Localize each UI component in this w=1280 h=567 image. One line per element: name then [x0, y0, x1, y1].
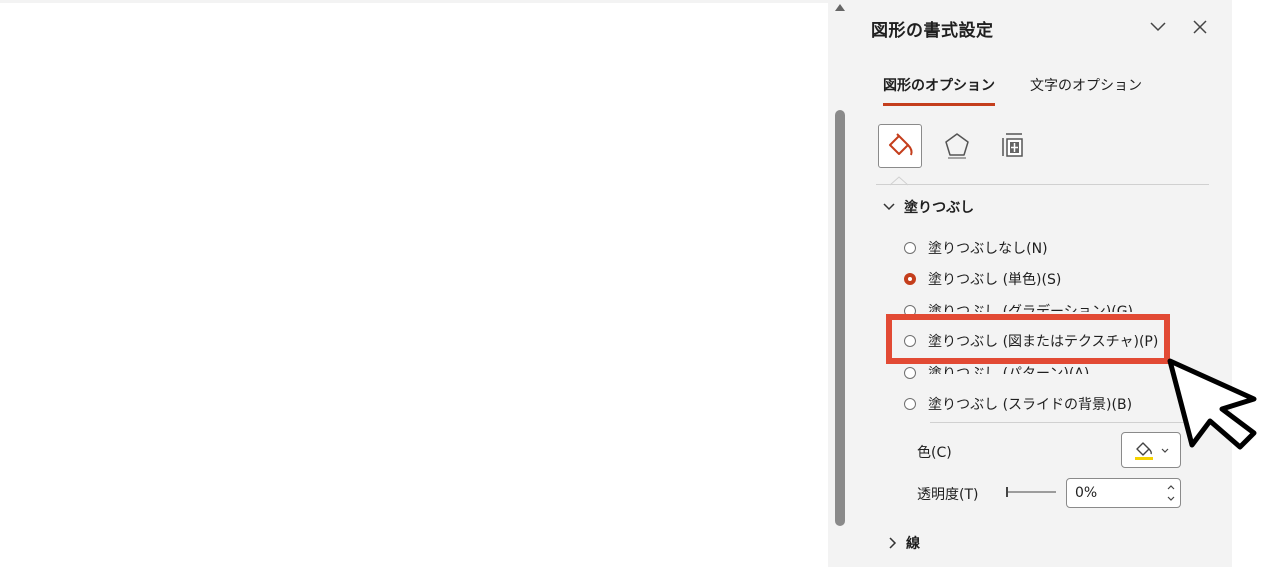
effects-pentagon-icon	[945, 133, 969, 159]
transparency-input[interactable]: 0%	[1066, 478, 1181, 508]
option-label: 塗りつぶし (単色)(S)	[928, 272, 1062, 288]
fill-line-tab[interactable]	[878, 124, 922, 168]
fill-section-header[interactable]: 塗りつぶし	[883, 197, 974, 217]
tab-text-options[interactable]: 文字のオプション	[1030, 75, 1142, 95]
fill-option-none[interactable]: 塗りつぶしなし(N)	[904, 238, 1048, 258]
fill-line-icon	[889, 133, 913, 156]
right-margin	[1232, 0, 1280, 567]
line-section-header[interactable]: 線	[889, 533, 920, 553]
divider	[930, 422, 1185, 423]
tab-shape-options[interactable]: 図形のオプション	[883, 75, 995, 95]
slide-canvas[interactable]	[0, 3, 828, 567]
paint-bucket-icon	[1135, 442, 1153, 460]
highlight-box	[886, 314, 1170, 364]
fill-option-solid[interactable]: 塗りつぶし (単色)(S)	[904, 269, 1061, 289]
divider	[876, 184, 1209, 185]
spin-buttons-icon[interactable]	[1166, 482, 1176, 504]
line-section-label: 線	[906, 536, 920, 552]
radio-button[interactable]	[904, 242, 916, 254]
active-tab-underline	[883, 103, 995, 106]
size-properties-tab[interactable]	[990, 124, 1032, 166]
fill-section-label: 塗りつぶし	[904, 200, 975, 216]
effects-tab[interactable]	[936, 124, 978, 166]
transparency-label: 透明度(T)	[917, 487, 979, 503]
radio-button[interactable]	[904, 398, 916, 410]
size-properties-icon	[1002, 133, 1023, 157]
option-label: 塗りつぶしなし(N)	[928, 241, 1048, 257]
color-label: 色(C)	[917, 445, 952, 461]
chevron-right-icon	[889, 537, 897, 549]
chevron-down-icon[interactable]	[1149, 20, 1167, 34]
option-label: 塗りつぶし (スライドの背景)(B)	[928, 397, 1133, 413]
radio-button-selected[interactable]	[904, 273, 916, 285]
fill-option-pattern[interactable]: 塗りつぶし (パターン)(A)	[904, 363, 1089, 383]
radio-button[interactable]	[904, 367, 916, 379]
chevron-down-icon	[883, 203, 895, 211]
transparency-slider[interactable]	[1006, 485, 1056, 499]
transparency-value: 0%	[1075, 485, 1098, 501]
pane-title: 図形の書式設定	[871, 21, 994, 41]
scrollbar-thumb[interactable]	[835, 110, 845, 526]
fill-option-slide-background[interactable]: 塗りつぶし (スライドの背景)(B)	[904, 394, 1132, 414]
option-label: 塗りつぶし (パターン)(A)	[928, 366, 1090, 382]
close-icon[interactable]	[1191, 18, 1209, 36]
scroll-up-arrow-icon[interactable]	[835, 4, 845, 11]
mouse-pointer-icon	[1167, 358, 1257, 450]
